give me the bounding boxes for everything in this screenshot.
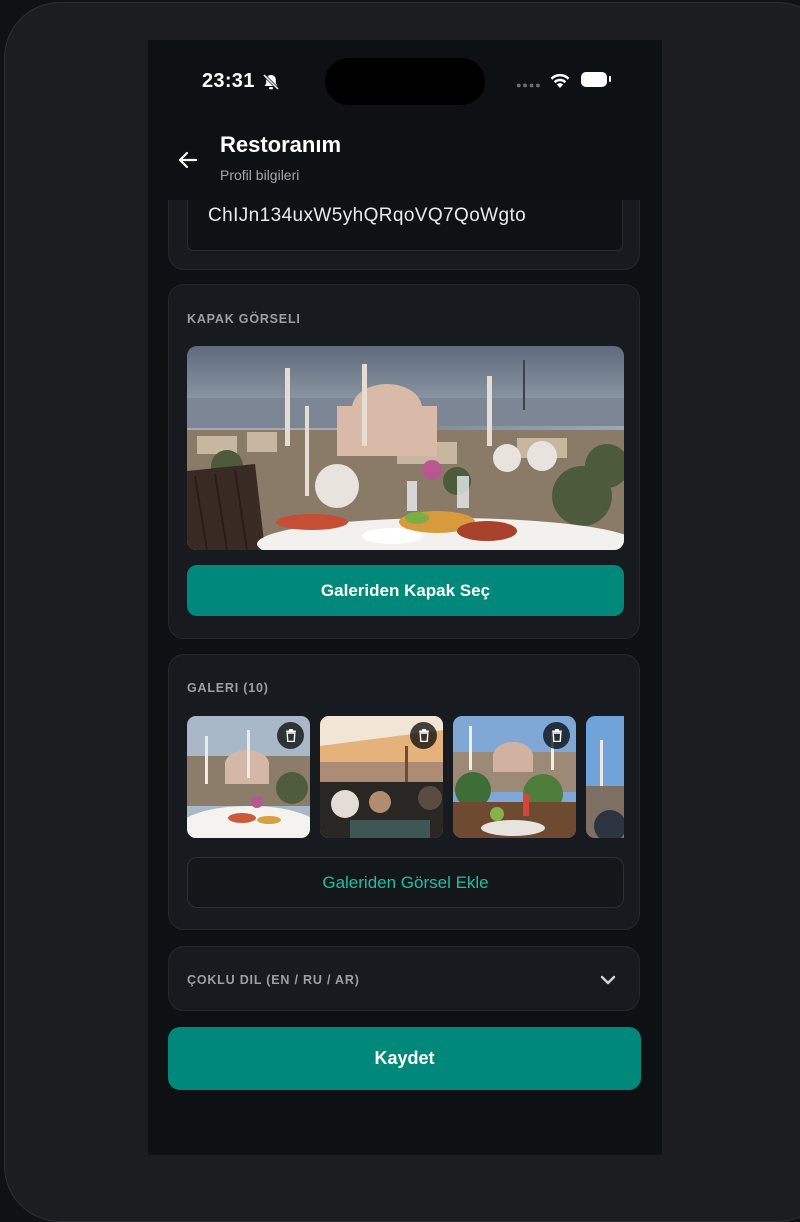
cover-image-card: KAPAK GÖRSELI Galeriden Kapak Seç — [168, 284, 640, 639]
trash-icon — [551, 729, 562, 742]
page-title: Restoranım — [220, 132, 342, 157]
page-subtitle: Profil bilgileri — [220, 167, 300, 183]
bell-off-icon — [262, 73, 280, 91]
status-time: 23:31 — [202, 70, 255, 92]
place-id-value: ChIJn134uxW5yhQRqoVQ7QoWgto — [208, 205, 527, 226]
delete-image-button[interactable] — [543, 722, 570, 749]
battery-icon — [581, 72, 607, 87]
battery-tip — [609, 76, 611, 82]
multi-language-section[interactable]: ÇOKLU DIL (EN / RU / AR) — [168, 946, 640, 1011]
gallery-thumb[interactable] — [586, 716, 624, 838]
wifi-icon — [550, 73, 570, 88]
gallery-card: GALERI (10) Galeriden Görsel Ekle — [168, 654, 640, 930]
gallery-section-label: GALERI (10) — [187, 681, 269, 695]
gallery-thumb[interactable] — [320, 716, 443, 838]
dynamic-island — [325, 58, 485, 105]
save-button[interactable]: Kaydet — [168, 1027, 641, 1090]
choose-cover-button[interactable]: Galeriden Kapak Seç — [187, 565, 624, 616]
cover-section-label: KAPAK GÖRSELI — [187, 312, 301, 326]
gallery-thumb[interactable] — [187, 716, 310, 838]
trash-icon — [418, 729, 429, 742]
cellular-signal-icon: ●●●● — [516, 80, 542, 90]
trash-icon — [285, 729, 296, 742]
multi-language-label: ÇOKLU DIL (EN / RU / AR) — [187, 973, 360, 987]
delete-image-button[interactable] — [277, 722, 304, 749]
delete-image-button[interactable] — [410, 722, 437, 749]
cover-image — [187, 346, 624, 550]
app-header: Restoranım Profil bilgileri — [148, 120, 662, 200]
chevron-down-icon[interactable] — [599, 971, 617, 989]
phone-screen: 23:31 ●●●● Restoranım Profil bilgileri C… — [148, 40, 662, 1155]
back-arrow-icon[interactable] — [176, 148, 200, 172]
gallery-strip[interactable] — [187, 716, 624, 838]
add-gallery-image-button[interactable]: Galeriden Görsel Ekle — [187, 857, 624, 908]
gallery-thumb[interactable] — [453, 716, 576, 838]
